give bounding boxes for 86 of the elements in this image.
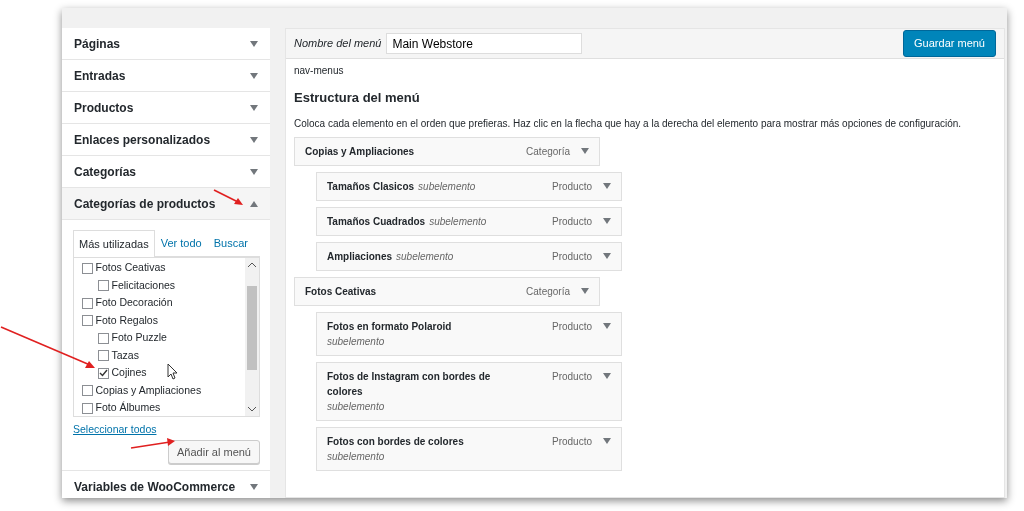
menu-item-title: Fotos de Instagram con bordes de colores — [327, 369, 492, 399]
checkbox-item[interactable]: Foto Álbumes — [82, 399, 243, 416]
expand-arrow-icon[interactable] — [603, 438, 611, 444]
annotation-arrow — [130, 437, 176, 451]
checkbox-item[interactable]: Felicitaciones — [82, 277, 243, 295]
item-type: Producto — [551, 319, 592, 334]
accordion-header[interactable]: Páginas — [62, 28, 270, 60]
item-type: Producto — [551, 249, 592, 264]
expand-arrow-icon[interactable] — [250, 168, 258, 175]
accordion-header[interactable]: Productos — [62, 92, 270, 124]
item-type: Producto — [551, 214, 592, 229]
menu-item-title: Fotos en formato Polaroid — [327, 319, 452, 334]
checkbox-item[interactable]: Foto Decoración — [82, 294, 243, 312]
checkbox-item[interactable]: Fotos Ceativas — [82, 259, 243, 277]
menu-item-title: Ampliaciones — [327, 249, 393, 264]
expand-arrow-icon[interactable] — [250, 136, 258, 143]
item-note: subelemento — [396, 249, 454, 264]
menu-item-title: Fotos Ceativas — [305, 284, 377, 299]
menu-item[interactable]: Ampliaciones subelemento Producto — [316, 241, 622, 271]
menu-item[interactable]: Fotos en formato Polaroid subelemento Producto — [316, 311, 622, 356]
mouse-cursor-icon — [167, 363, 179, 381]
item-note: subelemento — [418, 179, 476, 194]
checkbox-item[interactable]: Foto Regalos — [82, 312, 243, 330]
expand-arrow-icon[interactable] — [250, 104, 258, 111]
item-type: Categoría — [526, 144, 570, 159]
menu-item-title: Tamaños Clasicos — [327, 179, 415, 194]
checkbox-item[interactable]: Tazas — [82, 347, 243, 365]
checkbox[interactable] — [82, 315, 93, 327]
select-all-link[interactable]: Seleccionar todos — [73, 421, 157, 438]
expand-arrow-icon[interactable] — [603, 253, 611, 259]
item-note: subelemento — [327, 399, 385, 414]
collapse-arrow-icon[interactable] — [250, 200, 258, 207]
menu-name-field[interactable]: Main Webstore — [386, 33, 583, 54]
menu-name-label: Nombre del menú — [294, 36, 382, 52]
item-note: subelemento — [327, 449, 385, 464]
menu-item[interactable]: Tamaños Clasicos subelemento Producto — [316, 171, 622, 201]
checkbox[interactable] — [82, 402, 93, 414]
add-to-menu-button[interactable]: Añadir al menú — [168, 439, 260, 465]
checkbox[interactable] — [98, 367, 109, 379]
item-type: Producto — [551, 179, 592, 194]
expand-arrow-icon[interactable] — [603, 218, 611, 224]
tab[interactable]: Buscar — [207, 230, 254, 256]
accordion-header[interactable]: Enlaces personalizados — [62, 124, 270, 156]
item-note: subelemento — [327, 334, 385, 349]
checkbox-item[interactable]: Cojines — [82, 364, 243, 382]
menu-item[interactable]: Fotos de Instagram con bordes de colores subelemento Producto — [316, 361, 622, 421]
item-type: Categoría — [526, 284, 570, 299]
expand-arrow-icon[interactable] — [581, 148, 589, 154]
checkbox[interactable] — [98, 332, 109, 344]
expand-arrow-icon[interactable] — [603, 183, 611, 189]
scroll-down-icon[interactable] — [248, 406, 256, 412]
checkbox-item[interactable]: Copias y Ampliaciones — [82, 382, 243, 400]
expand-arrow-icon[interactable] — [250, 72, 258, 79]
checkbox[interactable] — [82, 385, 93, 397]
item-type: Producto — [551, 434, 592, 449]
tab[interactable]: Ver todo — [154, 230, 208, 256]
scrollbar[interactable] — [245, 257, 259, 416]
item-type: Producto — [551, 369, 592, 384]
item-note: subelemento — [429, 214, 487, 229]
menu-item[interactable]: Tamaños Cuadrados subelemento Producto — [316, 206, 622, 236]
expand-arrow-icon[interactable] — [250, 40, 258, 47]
expand-arrow-icon[interactable] — [581, 288, 589, 294]
expand-arrow-icon[interactable] — [603, 323, 611, 329]
accordion-header[interactable]: Entradas — [62, 60, 270, 92]
expand-arrow-icon[interactable] — [250, 483, 258, 490]
scroll-up-icon[interactable] — [248, 261, 256, 267]
checkbox[interactable] — [82, 262, 93, 274]
menu-item[interactable]: Fotos Ceativas Categoría — [294, 276, 600, 306]
checkbox[interactable] — [82, 297, 93, 309]
checkbox-item[interactable]: Foto Puzzle — [82, 329, 243, 347]
checkbox[interactable] — [98, 280, 109, 292]
menu-item-title: Fotos con bordes de colores — [327, 434, 464, 449]
menu-item-title: Tamaños Cuadrados — [327, 214, 426, 229]
menu-item[interactable]: Copias y Ampliaciones Categoría — [294, 136, 600, 166]
tab[interactable]: Más utilizadas — [73, 230, 155, 257]
accordion-header[interactable]: Variables de WooCommerce — [62, 471, 270, 498]
menu-id-text: nav-menus — [294, 64, 345, 78]
accordion-header[interactable]: Categorías — [62, 156, 270, 188]
checkbox[interactable] — [98, 350, 109, 362]
accordion-header[interactable]: Categorías de productos — [62, 188, 270, 220]
menu-item[interactable]: Fotos con bordes de colores subelemento Producto — [316, 426, 622, 471]
expand-arrow-icon[interactable] — [603, 373, 611, 379]
section-heading: Estructura del menú — [294, 89, 421, 107]
save-menu-button[interactable]: Guardar menú — [903, 30, 996, 57]
instructions-text: Coloca cada elemento en el orden que prefieras. Haz clic en la flecha que hay a la derecha del elemento para mostrar más opciones de configuración. — [294, 116, 963, 131]
menu-item-title: Copias y Ampliaciones — [305, 144, 415, 159]
